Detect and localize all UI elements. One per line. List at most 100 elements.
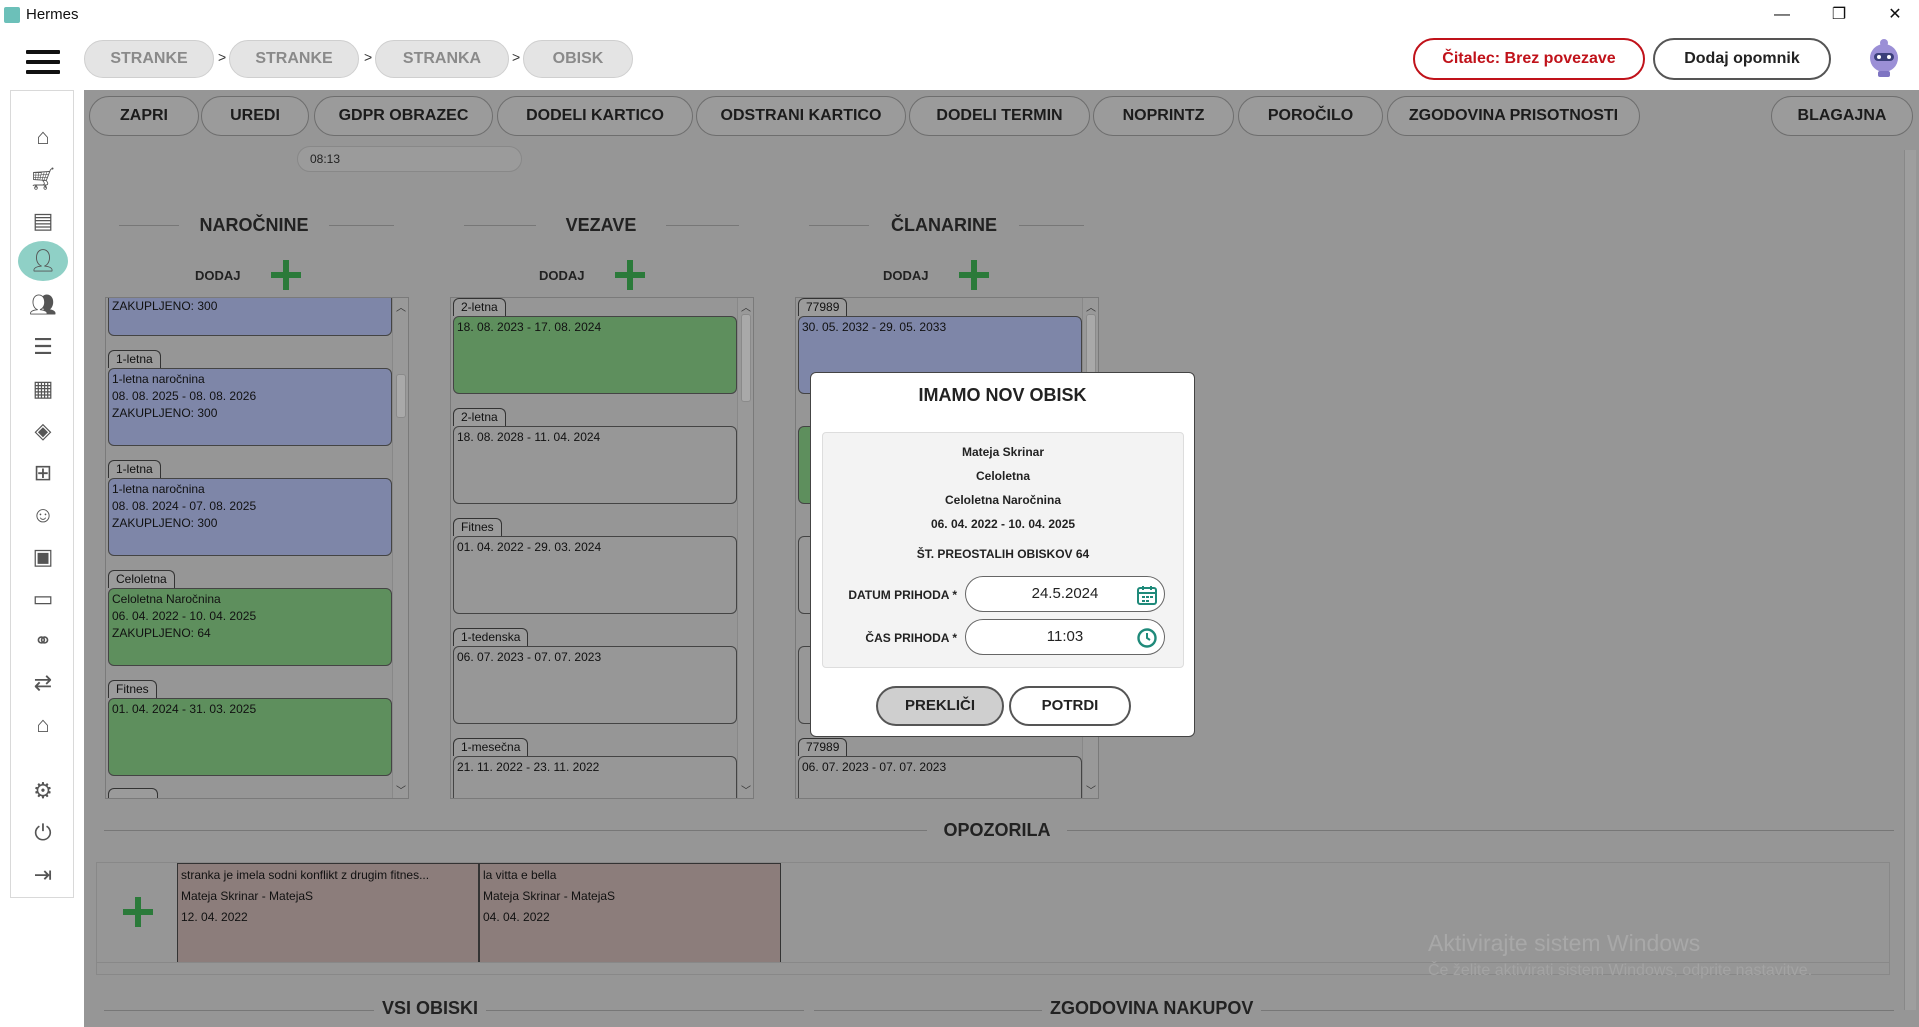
add-warning-plus-icon[interactable] [123,897,153,927]
noprintz-button[interactable]: NOPRINTZ [1093,96,1234,136]
subscription-card[interactable]: 01. 04. 2024 - 31. 03. 2025 [108,698,392,776]
cancel-button[interactable]: PREKLIČI [876,686,1004,726]
subscription-name: Celoletna Naročnina [944,493,1062,507]
all-visits-title: VSI OBISKI [374,998,487,1019]
breadcrumb-item-stranka[interactable]: STRANKA [375,40,509,78]
scroll-down-icon[interactable]: ﹀ [396,782,406,797]
list-icon[interactable]: ☰ [25,329,61,365]
breadcrumb-separator: > [512,49,521,65]
home-icon[interactable]: ⌂ [25,119,61,155]
chat-icon[interactable]: ▭ [25,581,61,617]
time-display: 08:13 [297,146,522,172]
breadcrumb-separator: > [364,49,373,65]
calendar-icon[interactable]: ▦ [25,371,61,407]
scroll-up-icon[interactable]: ︿ [741,299,751,314]
add-binding-plus-icon[interactable] [615,260,645,290]
add-reminder-button[interactable]: Dodaj opomnik [1653,38,1831,80]
clock-icon[interactable] [1136,627,1158,649]
document-icon[interactable]: ▤ [25,203,61,239]
handshake-icon[interactable]: ⚭ [25,623,61,659]
reader-status-button[interactable]: Čitalec: Brez povezave [1413,38,1645,80]
binding-card[interactable]: 18. 08. 2023 - 17. 08. 2024 [453,316,737,394]
breadcrumb-item-stranke-2[interactable]: STRANKE [229,40,359,78]
subscription-tag: 1-letna [108,460,161,478]
add-binding-label: DODAJ [539,268,585,283]
breadcrumb-item-stranke[interactable]: STRANKE [84,40,214,78]
warning-card[interactable]: stranka je imela sodni konflikt z drugim… [177,863,479,963]
gear-icon[interactable]: ⚙ [25,773,61,809]
subscriptions-list[interactable]: ZAKUPLJENO: 300 1-letna 1-letna naročnin… [105,297,409,799]
power-icon[interactable]: ⏻ [25,815,61,851]
binding-tag: 1-tedenska [453,628,529,646]
binding-tag: 2-letna [453,298,506,316]
report-button[interactable]: POROČILO [1238,96,1383,136]
briefcase-icon[interactable]: ▣ [25,539,61,575]
avatar-icon[interactable] [1864,38,1904,80]
remaining-visits: ŠT. PREOSTALIH OBISKOV 64 [916,547,1090,561]
bindings-title: VEZAVE [536,215,666,236]
activation-watermark-text: Če želite aktivirati sistem Windows, odp… [1428,962,1813,979]
calendar-icon[interactable] [1136,584,1158,606]
warning-card[interactable]: la vitta e bella Mateja Skrinar - Mateja… [479,863,781,963]
binding-card[interactable]: 01. 04. 2022 - 29. 03. 2024 [453,536,737,614]
add-membership-plus-icon[interactable] [959,260,989,290]
assign-appointment-button[interactable]: DODELI TERMIN [909,96,1090,136]
user-icon[interactable]: 👤︎ [18,241,68,281]
arrival-time-field[interactable]: 11:03 [965,619,1165,655]
window-title: Hermes [26,6,79,23]
divider [814,1010,1894,1011]
layers-icon[interactable]: ◈ [25,413,61,449]
scroll-thumb[interactable] [1086,314,1096,374]
subscription-card[interactable]: ZAKUPLJENO: 300 [108,298,392,336]
bindings-scrollbar[interactable]: ︿ ﹀ [737,298,753,798]
transfer-icon[interactable]: ⇄ [25,665,61,701]
subscription-card[interactable]: 1-letna naročnina 08. 08. 2024 - 07. 08.… [108,478,392,556]
binding-card[interactable]: 21. 11. 2022 - 23. 11. 2022 [453,756,737,798]
subscription-card[interactable]: Celoletna Naročnina 06. 04. 2022 - 10. 0… [108,588,392,666]
employee-icon[interactable]: ☺ [25,497,61,533]
close-button[interactable]: ✕ [1872,2,1918,28]
main-scrollbar[interactable] [1904,150,1916,1010]
confirm-button[interactable]: POTRDI [1009,686,1131,726]
gdpr-form-button[interactable]: GDPR OBRAZEC [314,96,493,136]
network-icon[interactable]: ⊞ [25,455,61,491]
zapri-button[interactable]: ZAPRI [89,96,199,136]
scroll-down-icon[interactable]: ﹀ [741,782,751,797]
scroll-thumb[interactable] [396,374,406,418]
house-icon[interactable]: ⌂ [25,707,61,743]
scroll-up-icon[interactable]: ︿ [396,299,406,314]
subscription-tag: Celoletna [108,570,175,588]
users-icon[interactable]: 👥︎ [25,287,61,323]
scroll-down-icon[interactable]: ﹀ [1086,782,1096,797]
membership-tag: 77989 [798,738,848,756]
bindings-list[interactable]: 2-letna 18. 08. 2023 - 17. 08. 2024 2-le… [450,297,754,799]
cart-icon[interactable]: 🛒︎ [25,161,61,197]
add-subscription-label: DODAJ [195,268,241,283]
binding-tag: 1-mesečna [453,738,529,756]
assign-card-button[interactable]: DODELI KARTICO [497,96,693,136]
remove-card-button[interactable]: ODSTRANI KARTICO [696,96,906,136]
attendance-history-button[interactable]: ZGODOVINA PRISOTNOSTI [1387,96,1640,136]
scroll-up-icon[interactable]: ︿ [1086,299,1096,314]
scroll-thumb[interactable] [741,314,751,402]
arrival-date-field[interactable]: 24.5.2024 [965,576,1165,612]
sidebar: ⌂ 🛒︎ ▤ 👤︎ 👥︎ ☰ ▦ ◈ ⊞ ☺ ▣ ▭ ⚭ ⇄ ⌂ ⚙ ⏻ ⇥ [10,90,74,898]
uredi-button[interactable]: UREDI [201,96,309,136]
logout-icon[interactable]: ⇥ [25,857,61,893]
breadcrumb-item-obisk[interactable]: OBISK [523,40,633,78]
title-bar: Hermes — ❐ ✕ [0,0,1919,30]
subscription-card[interactable]: 1-letna naročnina 08. 08. 2025 - 08. 08.… [108,368,392,446]
binding-card[interactable]: 06. 07. 2023 - 07. 07. 2023 [453,646,737,724]
subscriptions-scrollbar[interactable]: ︿ ﹀ [392,298,408,798]
binding-tag: Fitnes [453,518,502,536]
warnings-title: OPOZORILA [927,820,1067,841]
membership-card[interactable]: 06. 07. 2023 - 07. 07. 2023 [798,756,1082,798]
arrival-date-label: DATUM PRIHODA * [848,588,957,602]
new-visit-dialog: IMAMO NOV OBISK Mateja Skrinar Celoletna… [810,372,1195,737]
minimize-button[interactable]: — [1759,2,1805,28]
cash-register-button[interactable]: BLAGAJNA [1771,96,1913,136]
menu-icon[interactable] [26,50,60,76]
add-subscription-plus-icon[interactable] [271,260,301,290]
binding-card[interactable]: 18. 08. 2028 - 11. 04. 2024 [453,426,737,504]
restore-button[interactable]: ❐ [1816,2,1862,28]
